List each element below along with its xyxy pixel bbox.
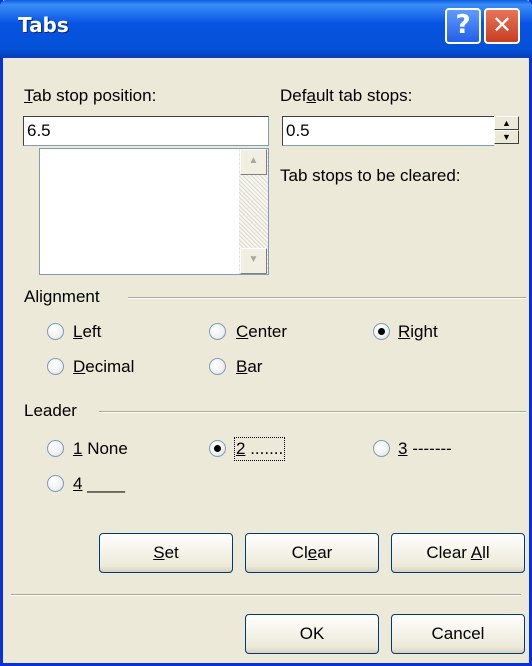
leader-underline-radio[interactable] [47,475,64,492]
leader-none-text: None [82,439,128,458]
alignment-left-radio[interactable] [47,323,64,340]
leader-group-divider [99,411,526,413]
spin-down-icon[interactable]: ▼ [494,130,519,144]
alignment-right-text: ight [410,322,438,341]
leader-group-label: Leader [24,401,77,420]
alignment-center-mnemonic: C [236,322,249,341]
leader-underline-label[interactable]: 4 ____ [73,474,125,494]
alignment-bar-mnemonic: B [236,357,248,376]
close-button[interactable]: ✕ [484,8,520,44]
alignment-decimal-mnemonic: D [73,357,86,376]
default-tab-stops-label-text: ult tab stops: [315,86,413,105]
alignment-group-divider [128,297,526,299]
clear-mnemonic: e [307,543,318,562]
leader-none-radio[interactable] [47,440,64,457]
clear-all-mnemonic: A [470,543,483,562]
default-tab-stops-value: 0.5 [286,121,310,140]
clear-label-pre: Cl [291,543,308,562]
default-tab-stops-label-pre: Def [280,86,307,105]
alignment-center-radio[interactable] [209,323,226,340]
clear-button[interactable]: Clear [245,533,379,573]
clear-label: ar [317,543,333,562]
leader-none-label[interactable]: 1 None [73,439,128,459]
spin-up-icon[interactable]: ▲ [494,116,519,130]
default-tab-stops-label: Default tab stops: [280,86,412,106]
tab-stop-position-value: 6.5 [27,121,51,140]
help-button[interactable]: ? [445,8,481,44]
alignment-left-text: eft [82,322,102,341]
alignment-decimal-label[interactable]: Decimal [73,357,134,377]
footer-divider [11,594,521,596]
alignment-decimal-radio[interactable] [47,358,64,375]
tabs-dialog: Tabs ? ✕ Tab stop position: 6.5 ▲ ▼ Defa… [0,0,532,666]
leader-dashes-label[interactable]: 3 ------- [398,439,452,459]
default-tab-stops-mnemonic: a [306,86,316,105]
alignment-bar-text: ar [247,357,263,376]
dialog-title: Tabs [18,13,69,37]
default-tab-stops-input[interactable]: 0.5 [282,116,495,146]
alignment-bar-radio[interactable] [209,358,226,375]
alignment-center-text: enter [248,322,288,341]
tab-stop-position-mnemonic: T [24,86,33,105]
leader-underline-text: ____ [82,474,126,493]
leader-dots-text: ....... [245,439,284,458]
alignment-group-label: Alignment [24,287,100,306]
set-mnemonic: S [153,543,165,562]
close-icon: ✕ [491,11,513,39]
alignment-left-label[interactable]: Left [73,322,101,342]
clear-all-label: ll [482,543,490,562]
tab-stop-position-input[interactable]: 6.5 [23,116,269,146]
help-icon: ? [455,10,471,40]
alignment-decimal-text: ecimal [85,357,135,376]
tab-stop-position-label-text: ab stop position: [32,86,157,105]
title-bar[interactable]: Tabs ? ✕ [0,0,532,58]
alignment-right-mnemonic: R [398,322,411,341]
ok-button[interactable]: OK [245,614,379,654]
cancel-label: Cancel [431,624,485,643]
leader-dashes-text: ------- [407,439,452,458]
set-label: et [164,543,179,562]
alignment-center-label[interactable]: Center [236,322,287,342]
default-tab-stops-spinner[interactable]: ▲ ▼ [494,116,519,146]
clear-all-label-pre: Clear [426,543,471,562]
ok-label: OK [299,624,325,643]
alignment-right-radio[interactable] [373,323,390,340]
leader-dashes-radio[interactable] [373,440,390,457]
leader-dots-radio[interactable] [209,440,226,457]
alignment-bar-label[interactable]: Bar [236,357,262,377]
scroll-up-icon[interactable]: ▲ [240,149,267,175]
tab-stops-to-be-cleared-label: Tab stops to be cleared: [280,166,461,185]
cancel-button[interactable]: Cancel [391,614,525,654]
set-button[interactable]: Set [99,533,233,573]
tab-stop-position-label: Tab stop position: [24,86,156,106]
alignment-right-label[interactable]: Right [398,322,438,342]
scroll-down-icon[interactable]: ▼ [240,248,267,274]
tab-stop-list[interactable]: ▲ ▼ [39,148,269,275]
leader-dots-label[interactable]: 2 ....... [233,437,286,461]
clear-all-button[interactable]: Clear All [391,533,525,573]
tab-stop-list-scrollbar[interactable]: ▲ ▼ [239,149,268,274]
